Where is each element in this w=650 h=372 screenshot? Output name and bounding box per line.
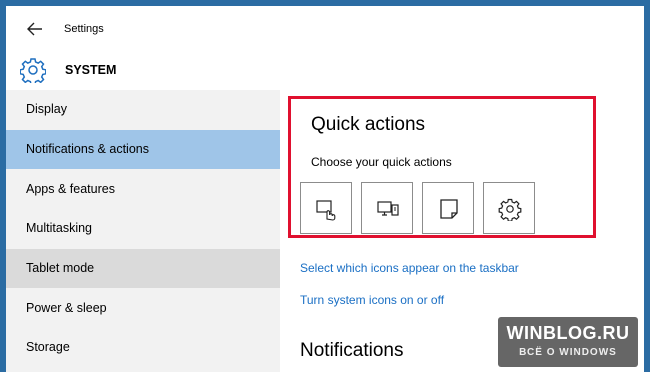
sidebar-item-notifications-actions[interactable]: Notifications & actions [6,130,280,169]
quick-action-settings-button[interactable] [483,182,535,234]
sidebar-item-label: Tablet mode [26,261,95,275]
gear-icon [20,58,46,83]
quick-actions-highlight: Quick actions Choose your quick actions [288,96,596,238]
sidebar-item-tablet-mode[interactable]: Tablet mode [6,249,280,288]
sidebar-item-label: Apps & features [26,182,115,196]
watermark-main: WINBLOG.RU [506,323,630,343]
taskbar-icons-link[interactable]: Select which icons appear on the taskbar [300,261,519,275]
sidebar-item-storage[interactable]: Storage [6,328,280,367]
back-arrow-icon [27,22,42,36]
settings-window: Settings SYSTEM Display Notifications & … [6,6,644,372]
back-button[interactable] [24,20,46,38]
sidebar-item-apps-features[interactable]: Apps & features [6,170,280,209]
settings-icon [498,198,522,221]
system-icons-link[interactable]: Turn system icons on or off [300,293,444,307]
quick-actions-subtitle: Choose your quick actions [311,155,452,169]
sidebar-item-label: Notifications & actions [26,142,149,156]
page-title: SYSTEM [65,63,117,77]
sidebar-item-display[interactable]: Display [6,90,280,129]
quick-actions-title: Quick actions [311,114,426,135]
sidebar: Display Notifications & actions Apps & f… [6,90,280,372]
note-icon [440,199,458,219]
notifications-title: Notifications [300,340,404,361]
quick-action-note-button[interactable] [422,182,474,234]
watermark-sub: ВСЁ О WINDOWS [519,347,617,358]
sidebar-item-label: Power & sleep [26,301,107,315]
page-header: SYSTEM [6,52,644,90]
app-title: Settings [64,23,104,35]
sidebar-item-label: Display [26,102,67,116]
sidebar-item-multitasking[interactable]: Multitasking [6,209,280,248]
quick-action-project-button[interactable] [361,182,413,234]
quick-action-tablet-mode-button[interactable] [300,182,352,234]
sidebar-item-label: Multitasking [26,221,92,235]
sidebar-item-power-sleep[interactable]: Power & sleep [6,289,280,328]
project-icon [377,201,399,216]
sidebar-item-label: Storage [26,340,70,354]
tablet-mode-icon [316,200,336,221]
watermark: WINBLOG.RU ВСЁ О WINDOWS [498,317,638,367]
title-bar: Settings [6,6,644,52]
